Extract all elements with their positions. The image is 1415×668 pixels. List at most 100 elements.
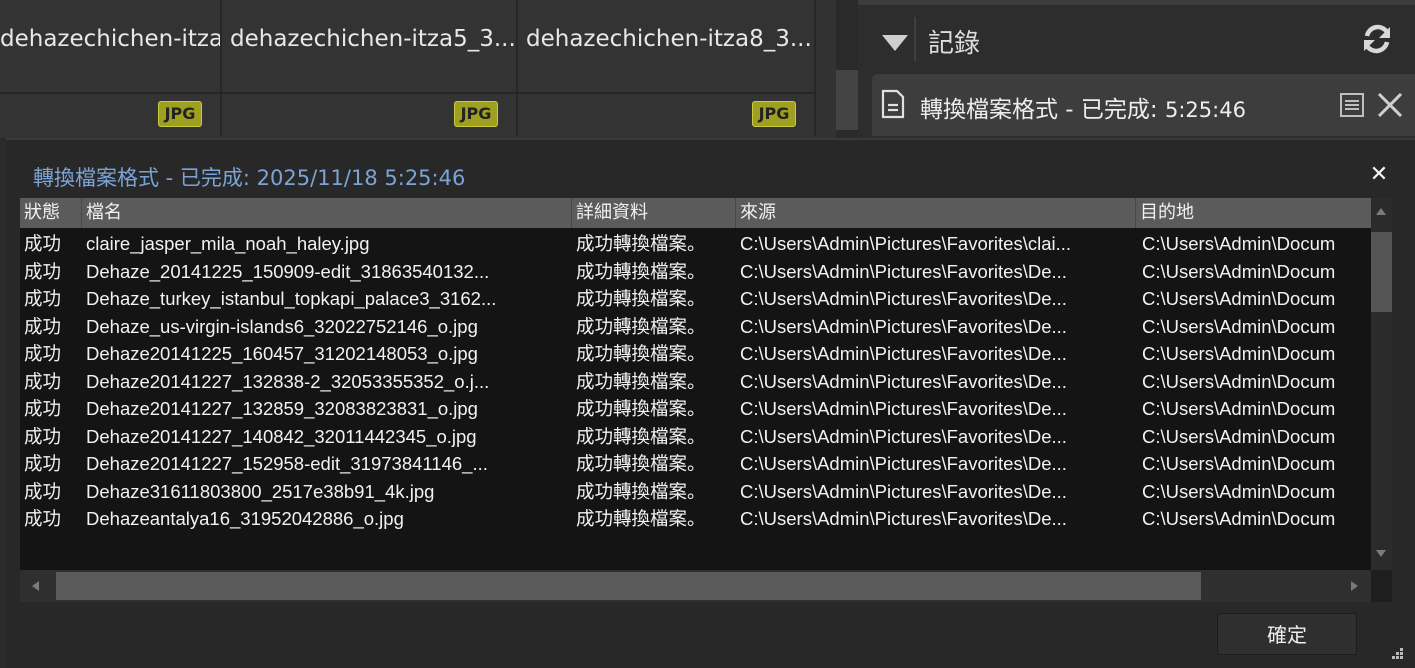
cell-filename: Dehaze20141227_132838-2_32053355352_o.j.…: [86, 370, 490, 392]
cell-filename: Dehaze_20141225_150909-edit_31863540132.…: [86, 260, 490, 282]
log-entry-time: 5:25:46: [1164, 98, 1246, 122]
cell-destination: C:\Users\Admin\Docum: [1142, 370, 1336, 392]
cell-filename: Dehaze20141227_132859_32083823831_o.jpg: [86, 398, 478, 419]
table-row[interactable]: 成功 Dehazeantalya16_31952042886_o.jpg 成功轉換檔…: [20, 505, 1371, 533]
cell-details: 成功轉換檔案。: [576, 260, 706, 282]
dialog-title: 轉換檔案格式 - 已完成: 2025/11/18 5:25:46: [33, 166, 466, 190]
thumbnail-item[interactable]: dehazechichen-itza4_3... JPG: [0, 0, 222, 136]
cell-status: 成功: [24, 370, 62, 392]
cell-source: C:\Users\Admin\Pictures\Favorites\De...: [740, 398, 1067, 419]
close-icon[interactable]: [1375, 90, 1405, 120]
format-badge: JPG: [752, 101, 796, 127]
table-row[interactable]: 成功 claire_jasper_mila_noah_haley.jpg 成功轉換檔…: [20, 230, 1371, 258]
cell-status: 成功: [24, 453, 62, 474]
cell-source: C:\Users\Admin\Pictures\Favorites\De...: [740, 288, 1067, 309]
log-panel-header: 記錄: [858, 5, 1415, 71]
table-row[interactable]: 成功 Dehaze20141227_152958-edit_31973841146…: [20, 450, 1371, 478]
scroll-right-icon[interactable]: [1351, 581, 1358, 591]
scrollbar-corner: [1371, 570, 1392, 602]
thumbnail-filename: dehazechichen-itza5_3...: [230, 26, 516, 52]
cell-source: C:\Users\Admin\Pictures\Favorites\De...: [740, 343, 1067, 364]
scroll-up-icon[interactable]: [1376, 208, 1386, 215]
cell-status: 成功: [24, 508, 62, 529]
cell-source: C:\Users\Admin\Pictures\Favorites\De...: [740, 425, 1067, 447]
close-icon[interactable]: ✕: [1368, 164, 1390, 186]
cell-destination: C:\Users\Admin\Docum: [1142, 343, 1336, 364]
cell-filename: claire_jasper_mila_noah_haley.jpg: [86, 233, 370, 254]
cell-source: C:\Users\Admin\Pictures\Favorites\De...: [740, 508, 1067, 529]
cell-destination: C:\Users\Admin\Docum: [1142, 508, 1336, 529]
cell-filename: Dehaze20141227_152958-edit_31973841146_.…: [86, 453, 488, 474]
column-header-filename[interactable]: 檔名: [82, 198, 572, 228]
column-header-destination[interactable]: 目的地: [1136, 198, 1371, 228]
table-row[interactable]: 成功 Dehaze20141227_132859_32083823831_o.jp…: [20, 395, 1371, 423]
log-panel: 記錄 轉換檔案格式 - 已完成: 5:25:46: [858, 0, 1415, 138]
cell-details: 成功轉換檔案。: [576, 508, 706, 529]
thumbnail-filename: dehazechichen-itza8_3...: [526, 26, 812, 52]
cell-status: 成功: [24, 288, 62, 309]
cell-details: 成功轉換檔案。: [576, 453, 706, 474]
thumbnail-item[interactable]: dehazechichen-itza5_3... JPG: [222, 0, 518, 136]
cell-destination: C:\Users\Admin\Docum: [1142, 288, 1336, 309]
cell-source: C:\Users\Admin\Pictures\Favorites\clai..…: [740, 233, 1072, 254]
list-icon[interactable]: [1339, 92, 1365, 118]
triangle-down-icon[interactable]: [882, 35, 908, 51]
thumbnail-filename: dehazechichen-itza4_3...: [0, 26, 220, 52]
table-row[interactable]: 成功 Dehaze20141225_160457_31202148053_o.jp…: [20, 340, 1371, 368]
column-header-source[interactable]: 來源: [736, 198, 1136, 228]
resize-grip-icon[interactable]: [1390, 646, 1404, 660]
cell-status: 成功: [24, 260, 62, 282]
cell-source: C:\Users\Admin\Pictures\Favorites\De...: [740, 370, 1067, 392]
scroll-left-icon[interactable]: [32, 581, 39, 591]
table-row[interactable]: 成功 Dehaze_turkey_istanbul_topkapi_palace3…: [20, 285, 1371, 313]
cell-destination: C:\Users\Admin\Docum: [1142, 398, 1336, 419]
table-body: 成功 claire_jasper_mila_noah_haley.jpg 成功轉換檔…: [20, 230, 1371, 533]
horizontal-scrollbar[interactable]: [20, 570, 1371, 602]
log-entry[interactable]: 轉換檔案格式 - 已完成: 5:25:46: [872, 74, 1415, 136]
thumbnail-scrollbar-thumb[interactable]: [836, 70, 858, 130]
log-header-divider: [914, 17, 916, 61]
table-row[interactable]: 成功 Dehaze31611803800_2517e38b91_4k.jpg 成功轉…: [20, 478, 1371, 506]
log-entry-label: 轉換檔案格式 - 已完成:: [920, 97, 1165, 123]
vertical-scrollbar-thumb[interactable]: [1371, 232, 1392, 312]
results-table: 狀態 檔名 詳細資料 來源 目的地 成功 claire_jasper_mila_n…: [20, 198, 1371, 570]
cell-status: 成功: [24, 315, 62, 337]
cell-details: 成功轉換檔案。: [576, 398, 706, 419]
table-row[interactable]: 成功 Dehaze_20141225_150909-edit_3186354013…: [20, 258, 1371, 286]
table-row[interactable]: 成功 Dehaze20141227_140842_32011442345_o.jp…: [20, 423, 1371, 451]
cell-source: C:\Users\Admin\Pictures\Favorites\De...: [740, 480, 1067, 502]
table-row[interactable]: 成功 Dehaze_us-virgin-islands6_32022752146_…: [20, 313, 1371, 341]
table-row[interactable]: 成功 Dehaze20141227_132838-2_32053355352_o.…: [20, 368, 1371, 396]
thumbnail-item[interactable]: dehazechichen-itza8_3... JPG: [518, 0, 816, 136]
scroll-down-icon[interactable]: [1376, 550, 1386, 557]
vertical-scrollbar[interactable]: [1371, 198, 1392, 570]
thumbnail-strip: dehazechichen-itza4_3... JPG dehazechich…: [0, 0, 858, 138]
cell-source: C:\Users\Admin\Pictures\Favorites\De...: [740, 315, 1067, 337]
cell-details: 成功轉換檔案。: [576, 343, 706, 364]
horizontal-scrollbar-thumb[interactable]: [56, 572, 1201, 600]
log-entry-text: 轉換檔案格式 - 已完成: 5:25:46: [920, 90, 1246, 124]
cell-destination: C:\Users\Admin\Docum: [1142, 425, 1336, 447]
column-header-status[interactable]: 狀態: [20, 198, 82, 228]
document-icon: [881, 89, 905, 119]
cell-source: C:\Users\Admin\Pictures\Favorites\De...: [740, 453, 1067, 474]
ok-button[interactable]: 確定: [1217, 613, 1357, 655]
refresh-icon[interactable]: [1361, 23, 1393, 55]
column-header-details[interactable]: 詳細資料: [572, 198, 736, 228]
cell-filename: Dehazeantalya16_31952042886_o.jpg: [86, 508, 404, 529]
cell-destination: C:\Users\Admin\Docum: [1142, 260, 1336, 282]
thumbnail-scrollbar[interactable]: [836, 0, 858, 138]
cell-filename: Dehaze31611803800_2517e38b91_4k.jpg: [86, 480, 435, 502]
cell-status: 成功: [24, 425, 62, 447]
cell-status: 成功: [24, 233, 62, 254]
table-header: 狀態 檔名 詳細資料 來源 目的地: [20, 198, 1371, 228]
thumbnail-divider: [518, 92, 814, 94]
format-badge: JPG: [454, 101, 498, 127]
cell-destination: C:\Users\Admin\Docum: [1142, 315, 1336, 337]
cell-destination: C:\Users\Admin\Docum: [1142, 453, 1336, 474]
cell-status: 成功: [24, 398, 62, 419]
thumbnail-divider: [0, 92, 220, 94]
cell-source: C:\Users\Admin\Pictures\Favorites\De...: [740, 260, 1067, 282]
cell-filename: Dehaze20141227_140842_32011442345_o.jpg: [86, 425, 477, 447]
conversion-result-dialog: 轉換檔案格式 - 已完成: 2025/11/18 5:25:46 ✕ 狀態 檔名…: [6, 138, 1415, 668]
